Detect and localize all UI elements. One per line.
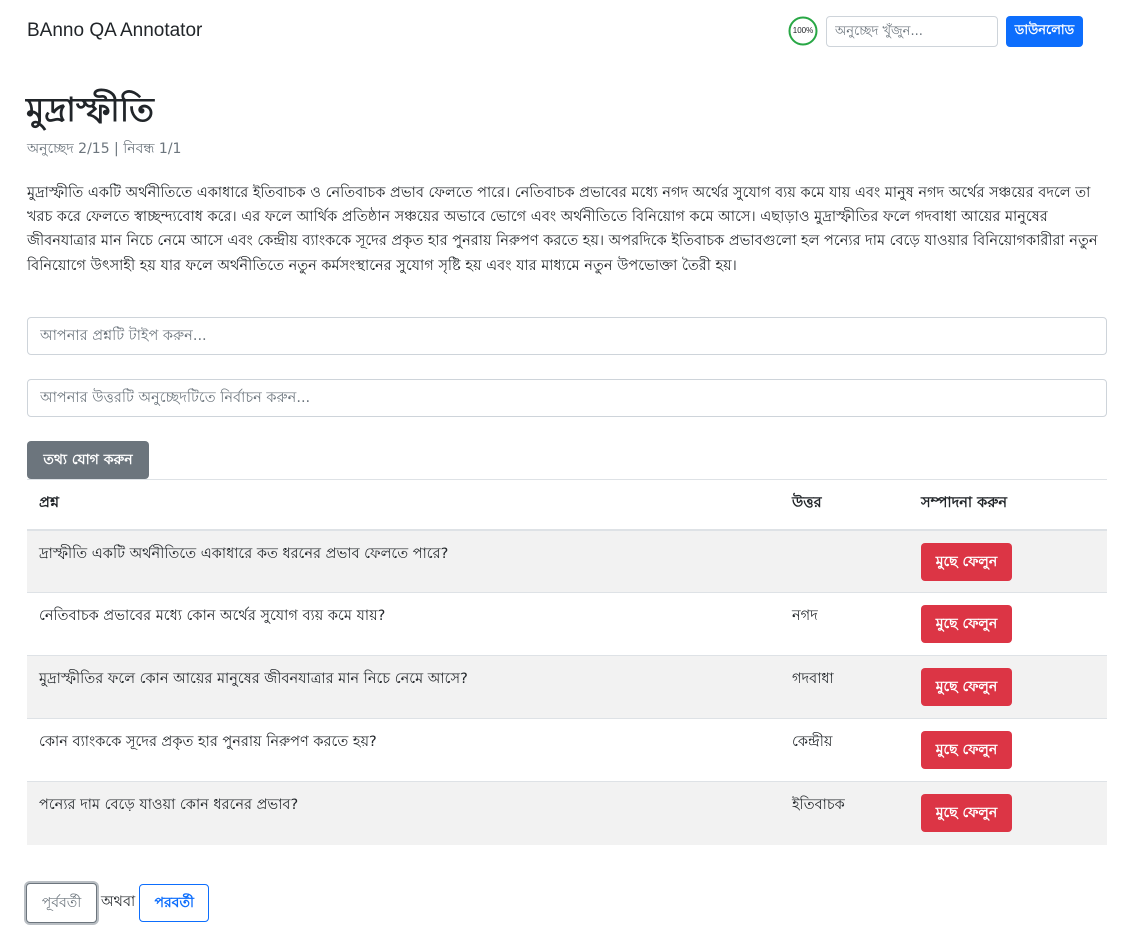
row-actions: মুছে ফেলুন bbox=[909, 718, 1107, 782]
table-row: কোন ব্যাংককে সূদের প্রকৃত হার পুনরায় নি… bbox=[27, 718, 1107, 782]
header-question: প্রশ্ন bbox=[27, 479, 780, 531]
table-header-row: প্রশ্ন উত্তর সম্পাদনা করুন bbox=[27, 479, 1107, 531]
table-row: দ্রাস্ফীতি একটি অর্থনীতিতে একাধারে কত ধর… bbox=[27, 529, 1107, 593]
row-answer: নগদ bbox=[780, 592, 909, 656]
row-actions: মুছে ফেলুন bbox=[909, 655, 1107, 719]
row-question: নেতিবাচক প্রভাবের মধ্যে কোন অর্থের সুযোগ… bbox=[27, 592, 780, 656]
progress-label: 100% bbox=[792, 26, 814, 35]
next-button[interactable]: পরবর্তী bbox=[139, 884, 210, 922]
row-answer: ইতিবাচক bbox=[780, 781, 909, 845]
qa-table: প্রশ্ন উত্তর সম্পাদনা করুন দ্রাস্ফীতি এক… bbox=[27, 479, 1107, 845]
header-answer: উত্তর bbox=[780, 479, 909, 531]
table-row: পন্যের দাম বেড়ে যাওয়া কোন ধরনের প্রভাব… bbox=[27, 781, 1107, 845]
or-label: অথবা bbox=[101, 894, 136, 910]
delete-button[interactable]: মুছে ফেলুন bbox=[921, 731, 1012, 769]
question-input[interactable] bbox=[27, 317, 1107, 355]
row-answer bbox=[780, 529, 909, 593]
row-actions: মুছে ফেলুন bbox=[909, 781, 1107, 845]
delete-button[interactable]: মুছে ফেলুন bbox=[921, 542, 1012, 581]
row-answer: কেন্দ্রীয় bbox=[780, 718, 909, 782]
table-row: মুদ্রাস্ফীতির ফলে কোন আয়ের মানুষের জীবন… bbox=[27, 655, 1107, 719]
app-title: BAnno QA Annotator bbox=[27, 20, 203, 41]
row-actions: মুছে ফেলুন bbox=[909, 529, 1107, 593]
row-question: কোন ব্যাংককে সূদের প্রকৃত হার পুনরায় নি… bbox=[27, 718, 780, 782]
delete-button[interactable]: মুছে ফেলুন bbox=[921, 794, 1012, 832]
page-title: মুদ্রাস্ফীতি bbox=[26, 90, 154, 129]
header-edit: সম্পাদনা করুন bbox=[909, 479, 1107, 531]
pagination: পূর্ববর্তী অথবা পরবর্তী bbox=[26, 883, 210, 923]
delete-button[interactable]: মুছে ফেলুন bbox=[921, 605, 1012, 643]
answer-input[interactable] bbox=[27, 379, 1107, 417]
table-row: নেতিবাচক প্রভাবের মধ্যে কোন অর্থের সুযোগ… bbox=[27, 592, 1107, 656]
add-entry-button[interactable]: তথ্য যোগ করুন bbox=[27, 441, 149, 479]
row-question: মুদ্রাস্ফীতির ফলে কোন আয়ের মানুষের জীবন… bbox=[27, 655, 780, 719]
row-question: পন্যের দাম বেড়ে যাওয়া কোন ধরনের প্রভাব… bbox=[27, 781, 780, 845]
download-button[interactable]: ডাউনলোড bbox=[1006, 16, 1083, 47]
row-question: দ্রাস্ফীতি একটি অর্থনীতিতে একাধারে কত ধর… bbox=[27, 529, 780, 593]
progress-indicator: 100% bbox=[788, 16, 818, 46]
previous-button[interactable]: পূর্ববর্তী bbox=[26, 883, 97, 923]
row-actions: মুছে ফেলুন bbox=[909, 592, 1107, 656]
passage-text: মুদ্রাস্ফীতি একটি অর্থনীতিতে একাধারে ইতি… bbox=[27, 185, 1098, 274]
row-answer: গদবাধা bbox=[780, 655, 909, 719]
delete-button[interactable]: মুছে ফেলুন bbox=[921, 668, 1012, 706]
search-input[interactable] bbox=[826, 16, 998, 47]
passage-counter: অনুচ্ছেদ 2/15 | নিবন্ধ 1/1 bbox=[27, 141, 182, 157]
